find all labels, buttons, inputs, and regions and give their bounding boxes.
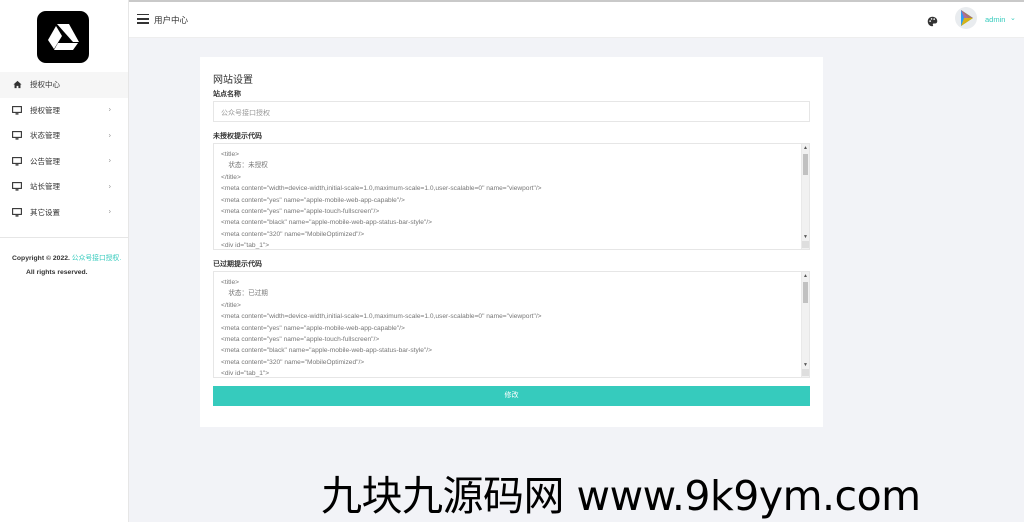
app-logo[interactable] — [37, 11, 89, 63]
code-line: <meta content="yes" name="apple-touch-fu… — [221, 208, 380, 216]
scroll-down-icon[interactable]: ▼ — [803, 234, 808, 240]
textarea-content: <title> 状态：未授权 </title> <meta content="wid… — [214, 144, 809, 250]
chevron-right-icon: › — [108, 157, 111, 165]
code-line: <meta content="320" name="MobileOptimize… — [221, 358, 365, 366]
code-line: 状态：已过期 — [221, 290, 268, 298]
site-name-label: 站点名称 — [213, 91, 241, 98]
user-name[interactable]: admin — [985, 15, 1005, 24]
chevron-down-icon[interactable]: ⌄ — [1010, 14, 1016, 22]
sidebar-divider — [0, 237, 128, 238]
sidebar-item-label: 授权中心 — [30, 80, 60, 90]
code-line: <meta content="width=device-width,initia… — [221, 185, 542, 193]
code-line: <meta content="320" name="MobileOptimize… — [221, 230, 365, 238]
monitor-icon — [12, 156, 22, 166]
scrollbar[interactable]: ▲ ▼ — [801, 144, 809, 249]
drive-logo-icon — [48, 24, 79, 50]
unauthorized-code-label: 未授权提示代码 — [213, 133, 262, 140]
scroll-thumb[interactable] — [803, 154, 808, 175]
home-icon — [12, 80, 22, 90]
sidebar-item-notice-manage[interactable]: 公告管理 › — [0, 149, 128, 175]
sidebar: 授权中心 授权管理 › 状态管理 › 公告管理 › 站长管理 › 其它设置 › … — [0, 0, 129, 522]
monitor-icon — [12, 105, 22, 115]
scroll-down-icon[interactable]: ▼ — [803, 362, 808, 368]
submit-button[interactable]: 修改 — [213, 386, 810, 406]
sidebar-item-label: 站长管理 — [30, 182, 60, 192]
sidebar-item-label: 状态管理 — [30, 131, 60, 141]
top-header: 用户中心 admin ⌄ — [129, 2, 1024, 38]
code-line: <meta content="yes" name="apple-mobile-w… — [221, 196, 405, 204]
code-line: <meta content="yes" name="apple-touch-fu… — [221, 336, 380, 344]
code-line: <title> — [221, 279, 239, 286]
monitor-icon — [12, 182, 22, 192]
sidebar-nav: 授权中心 授权管理 › 状态管理 › 公告管理 › 站长管理 › 其它设置 › — [0, 72, 128, 225]
code-line: <meta content="black" name="apple-mobile… — [221, 219, 432, 227]
sidebar-item-auth-manage[interactable]: 授权管理 › — [0, 98, 128, 124]
expired-code-textarea[interactable]: <title> 状态：已过期 </title> <meta content="wid… — [213, 271, 810, 378]
code-line: <title> — [221, 151, 239, 158]
sidebar-item-label: 公告管理 — [30, 156, 60, 166]
unauthorized-code-textarea[interactable]: <title> 状态：未授权 </title> <meta content="wid… — [213, 143, 810, 250]
page-title: 用户中心 — [154, 15, 189, 25]
play-logo-icon — [955, 7, 977, 29]
chevron-right-icon: › — [108, 132, 111, 140]
resize-grip-icon[interactable] — [802, 369, 809, 376]
chevron-right-icon: › — [108, 208, 111, 216]
copyright: Copyright © 2022. 公众号接口授权. All rights re… — [12, 252, 124, 279]
expired-code-label: 已过期提示代码 — [213, 261, 262, 268]
scrollbar[interactable]: ▲ ▼ — [801, 272, 809, 377]
sidebar-item-webmaster-manage[interactable]: 站长管理 › — [0, 174, 128, 200]
scroll-up-icon[interactable]: ▲ — [803, 273, 808, 279]
sidebar-item-auth-center[interactable]: 授权中心 — [0, 72, 128, 98]
menu-toggle-icon[interactable] — [137, 14, 149, 24]
monitor-icon — [12, 207, 22, 217]
copyright-suffix: All rights reserved. — [26, 268, 88, 276]
site-name-input[interactable]: 公众号接口授权 — [213, 101, 810, 122]
copyright-prefix: Copyright © 2022. — [12, 255, 70, 262]
copyright-link[interactable]: 公众号接口授权. — [72, 255, 121, 262]
sidebar-item-label: 授权管理 — [30, 105, 60, 115]
code-line: </title> — [221, 301, 241, 309]
code-line: <meta content="yes" name="apple-mobile-w… — [221, 324, 405, 332]
monitor-icon — [12, 131, 22, 141]
watermark: 九块九源码网 www.9k9ym.com — [321, 472, 921, 520]
textarea-content: <title> 状态：已过期 </title> <meta content="wid… — [214, 272, 809, 378]
resize-grip-icon[interactable] — [802, 241, 809, 248]
site-settings-card: 网站设置 站点名称 公众号接口授权 未授权提示代码 <title> 状态：未授权… — [200, 57, 823, 427]
code-line: <div id="tab_1"> — [221, 242, 270, 250]
sidebar-item-status-manage[interactable]: 状态管理 › — [0, 123, 128, 149]
sidebar-item-label: 其它设置 — [30, 207, 60, 217]
code-line: <meta content="width=device-width,initia… — [221, 313, 542, 321]
code-line: <meta content="black" name="apple-mobile… — [221, 347, 432, 355]
code-line: </title> — [221, 173, 241, 181]
chevron-right-icon: › — [108, 106, 111, 114]
palette-icon[interactable] — [927, 14, 939, 27]
code-line: <div id="tab_1"> — [221, 370, 270, 378]
avatar[interactable] — [955, 7, 977, 29]
code-line: 状态：未授权 — [221, 162, 268, 170]
chevron-right-icon: › — [108, 183, 111, 191]
scroll-up-icon[interactable]: ▲ — [803, 145, 808, 151]
sidebar-item-other-settings[interactable]: 其它设置 › — [0, 200, 128, 226]
scroll-thumb[interactable] — [803, 282, 808, 303]
card-title: 网站设置 — [213, 75, 253, 86]
